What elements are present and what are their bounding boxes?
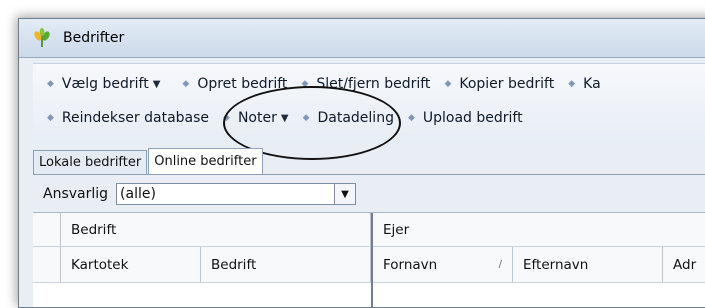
bullet-icon: ◆: [182, 79, 190, 89]
toolbar: ◆ Vælg bedrift ▼ ◆ Opret bedrift ◆ Slet/…: [33, 63, 705, 160]
upload-company-button[interactable]: ◆ Upload bedrift: [408, 110, 523, 126]
filter-row: Ansvarlig (alle) ▼: [33, 176, 705, 212]
bullet-icon: ◆: [301, 79, 309, 89]
row-header-corner: [33, 247, 61, 283]
column-header-kartotek[interactable]: Kartotek: [61, 247, 201, 283]
delete-company-button[interactable]: ◆ Slet/fjern bedrift: [301, 76, 430, 92]
chevron-down-icon[interactable]: ▼: [334, 184, 356, 204]
row-header-corner: [33, 213, 61, 247]
tab-online-companies[interactable]: Online bedrifter: [148, 148, 263, 175]
tab-local-companies[interactable]: Lokale bedrifter: [33, 150, 148, 175]
pane-splitter[interactable]: [371, 213, 373, 307]
sort-indicator-icon: /: [498, 259, 502, 270]
delete-company-label: Slet/fjern bedrift: [316, 76, 431, 92]
create-company-button[interactable]: ◆ Opret bedrift: [182, 76, 287, 92]
window-title: Bedrifter: [63, 30, 125, 46]
wheat-icon: [33, 28, 53, 48]
upload-company-label: Upload bedrift: [422, 110, 523, 126]
chevron-down-icon: ▼: [152, 78, 161, 90]
responsible-value: (alle): [120, 186, 156, 202]
fornavn-label: Fornavn: [383, 256, 438, 273]
bedrifter-window: Bedrifter ◆ Vælg bedrift ▼ ◆ Opret bedri…: [18, 18, 705, 308]
companies-grid: Bedrift Ejer Kartotek Bedrift Fornavn / …: [33, 212, 705, 307]
chevron-down-icon: ▼: [280, 112, 289, 124]
create-company-label: Opret bedrift: [197, 76, 288, 92]
bullet-icon: ◆: [407, 113, 415, 123]
column-header-adresse[interactable]: Adr: [663, 247, 705, 283]
group-header-company: Bedrift: [61, 213, 371, 247]
reindex-database-label: Reindekser database: [61, 110, 210, 126]
bullet-icon: ◆: [302, 113, 310, 123]
responsible-select[interactable]: (alle) ▼: [116, 183, 357, 205]
copy-company-label: Kopier bedrift: [459, 76, 555, 92]
column-header-efternavn[interactable]: Efternavn: [513, 247, 663, 283]
group-header-owner: Ejer: [373, 213, 705, 247]
title-bar[interactable]: Bedrifter: [19, 19, 705, 58]
bullet-icon: ◆: [47, 79, 54, 89]
toolbar-row-1: ◆ Vælg bedrift ▼ ◆ Opret bedrift ◆ Slet/…: [33, 68, 601, 100]
truncated-toolbar-button[interactable]: ◆ Ka: [568, 76, 600, 92]
toolbar-row-2: ◆ Reindekser database ◆ Noter ▼ ◆ Datade…: [33, 102, 523, 134]
bullet-icon: ◆: [47, 113, 54, 123]
select-company-label: Vælg bedrift: [61, 76, 149, 92]
bullet-icon: ◆: [223, 113, 230, 123]
bullet-icon: ◆: [568, 79, 576, 89]
reindex-database-button[interactable]: ◆ Reindekser database: [47, 110, 209, 126]
truncated-toolbar-label: Ka: [583, 76, 601, 92]
select-company-button[interactable]: ◆ Vælg bedrift ▼: [47, 76, 160, 92]
column-header-bedrift[interactable]: Bedrift: [201, 247, 371, 283]
notes-label: Noter: [237, 110, 277, 126]
data-sharing-button[interactable]: ◆ Datadeling: [303, 110, 394, 126]
responsible-label: Ansvarlig: [43, 186, 109, 202]
data-sharing-label: Datadeling: [317, 110, 394, 126]
copy-company-button[interactable]: ◆ Kopier bedrift: [444, 76, 554, 92]
tab-strip: Lokale bedrifter Online bedrifter: [33, 148, 264, 175]
tab-divider: [33, 174, 705, 175]
bullet-icon: ◆: [444, 79, 452, 89]
notes-button[interactable]: ◆ Noter ▼: [223, 110, 289, 126]
column-header-fornavn[interactable]: Fornavn /: [373, 247, 513, 283]
